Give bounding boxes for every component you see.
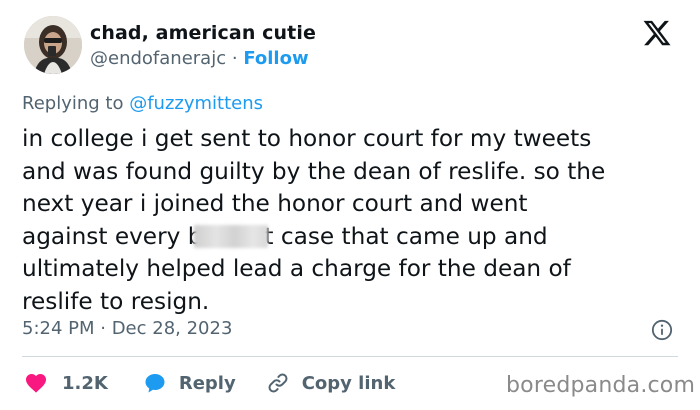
follow-button[interactable]: Follow [243,48,308,69]
tweet-line: in college i get sent to honor court for… [22,125,592,152]
info-icon[interactable] [651,319,673,341]
avatar[interactable] [24,16,82,74]
tweet-line: reslife to resign. [22,287,210,315]
censor-blur [194,224,269,248]
reply-button[interactable]: Reply [143,371,236,395]
copy-link-button[interactable]: Copy link [266,371,396,395]
like-count: 1.2K [62,372,108,394]
link-icon [268,373,288,393]
reply-bubble-icon [145,374,165,393]
divider [22,356,678,357]
replying-to-mention[interactable]: @fuzzymittens [129,93,263,114]
tweet-line: next year i joined the honor court and w… [22,190,528,217]
tweet-line-censored: against every b t case that came up and [22,221,682,254]
tweet-timestamp[interactable]: 5:24 PM · Dec 28, 2023 [22,318,232,339]
author-name[interactable]: chad, american cutie [90,22,316,44]
tweet-line: and was found guilty by the dean of resl… [22,157,606,185]
replying-to: Replying to @fuzzymittens [22,93,263,114]
tweet-line: ultimately helped lead a charge for the … [22,255,571,282]
tweet-line-part: against every b [22,222,203,250]
avatar-photo [24,16,82,74]
copy-link-label: Copy link [301,372,396,394]
watermark: boredpanda.com [506,373,696,398]
tweet-text: in college i get sent to honor court for… [22,123,682,318]
tweet-line-part: t case that came up and [264,222,548,250]
reply-label: Reply [178,372,236,394]
replying-to-label: Replying to [22,93,124,114]
separator-dot: · [231,48,238,69]
heart-icon [26,374,46,393]
action-bar: 1.2K Reply Copy link [24,370,395,396]
like-button[interactable]: 1.2K [24,371,108,395]
author-handle[interactable]: @endofanerajc [90,48,226,69]
author-handle-row: @endofanerajc · Follow [90,48,309,69]
x-logo-icon[interactable] [642,18,672,48]
